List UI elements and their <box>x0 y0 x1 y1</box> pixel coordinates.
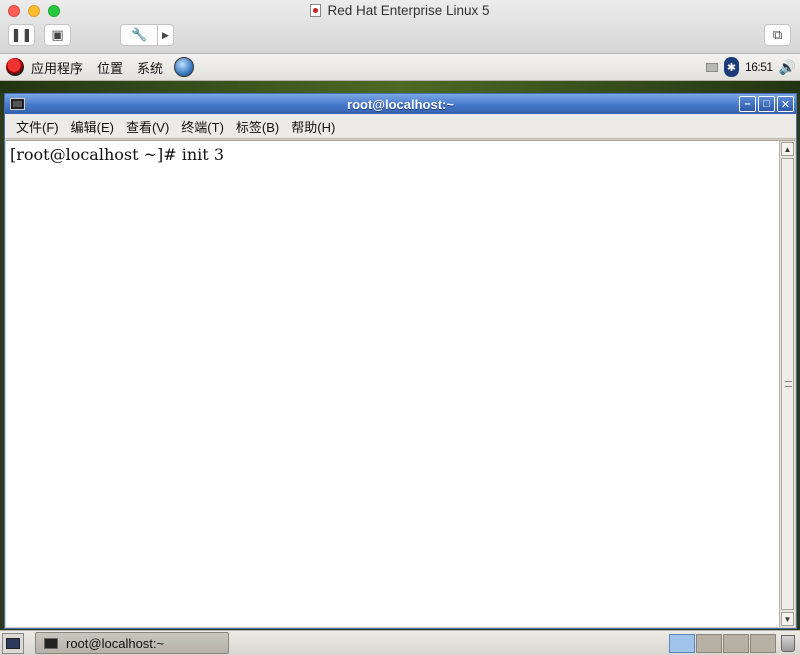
terminal-content-area[interactable]: [root@localhost ~]# init 3 ▲ ▼ <box>6 140 795 627</box>
terminal-output: [root@localhost ~]# init 3 <box>10 145 224 164</box>
host-window-title: Red Hat Enterprise Linux 5 <box>0 3 800 18</box>
pause-vm-button[interactable]: ❚❚ <box>8 24 35 46</box>
desktop-background <box>0 81 800 93</box>
restore-window-button[interactable]: ⧉ <box>764 24 791 46</box>
scroll-up-arrow-icon[interactable]: ▲ <box>781 142 794 156</box>
clock[interactable]: 16:51 <box>745 60 773 74</box>
scroll-down-arrow-icon[interactable]: ▼ <box>781 612 794 626</box>
workspace-2[interactable] <box>696 634 722 653</box>
show-desktop-button[interactable] <box>2 633 24 654</box>
maximize-button[interactable]: □ <box>758 96 775 112</box>
taskbar-item-label: root@localhost:~ <box>66 635 165 651</box>
trash-icon[interactable] <box>781 635 795 652</box>
terminal-window: root@localhost:~ – □ ✕ 文件(F) 编辑(E) 查看(V)… <box>4 93 797 629</box>
vm-document-icon <box>310 4 322 17</box>
gnome-top-panel: 应用程序 位置 系统 ✱ 16:51 🔊 <box>0 54 800 81</box>
vertical-scrollbar[interactable]: ▲ ▼ <box>779 141 795 627</box>
pause-icon: ❚❚ <box>10 27 33 42</box>
panel-tray: ✱ 16:51 🔊 <box>706 57 800 77</box>
host-titlebar: Red Hat Enterprise Linux 5 ❚❚ ▣ 🔧 ▶ ⧉ <box>0 0 800 54</box>
close-button[interactable]: ✕ <box>777 96 794 112</box>
window-controls: – □ ✕ <box>739 96 794 112</box>
terminal-menubar: 文件(F) 编辑(E) 查看(V) 终端(T) 标签(B) 帮助(H) <box>5 114 796 139</box>
button-divider <box>157 25 158 45</box>
menu-applications[interactable]: 应用程序 <box>24 54 90 81</box>
notification-folder-icon[interactable] <box>706 62 719 72</box>
scroll-thumb[interactable] <box>781 158 794 610</box>
menu-view[interactable]: 查看(V) <box>120 117 175 136</box>
settings-button[interactable]: 🔧 ▶ <box>120 24 174 46</box>
menu-system[interactable]: 系统 <box>130 54 170 81</box>
menu-edit[interactable]: 编辑(E) <box>65 117 120 136</box>
scroll-grip-icon <box>785 381 792 387</box>
restore-icon: ⧉ <box>772 27 783 42</box>
taskbar-item-terminal[interactable]: root@localhost:~ <box>35 632 229 654</box>
bluetooth-icon[interactable]: ✱ <box>724 57 740 77</box>
terminal-title: root@localhost:~ <box>347 96 454 112</box>
workspace-1[interactable] <box>669 634 695 653</box>
chevron-right-icon[interactable]: ▶ <box>162 30 169 41</box>
gnome-bottom-panel: root@localhost:~ <box>0 630 800 655</box>
menu-tabs[interactable]: 标签(B) <box>230 117 285 136</box>
menu-help[interactable]: 帮助(H) <box>285 117 341 136</box>
show-desktop-icon <box>6 638 20 649</box>
snapshot-button[interactable]: ▣ <box>44 24 71 46</box>
workspace-3[interactable] <box>723 634 749 653</box>
wrench-icon: 🔧 <box>131 27 148 42</box>
web-browser-launcher-icon[interactable] <box>174 57 195 77</box>
workspace-switcher <box>669 634 776 653</box>
terminal-task-icon <box>44 637 58 649</box>
workspace-4[interactable] <box>750 634 776 653</box>
minimize-button[interactable]: – <box>739 96 756 112</box>
menu-places[interactable]: 位置 <box>90 54 130 81</box>
menu-terminal[interactable]: 终端(T) <box>175 117 230 136</box>
volume-icon[interactable]: 🔊 <box>779 59 796 76</box>
redhat-logo-icon[interactable] <box>6 58 24 76</box>
menu-file[interactable]: 文件(F) <box>10 117 65 136</box>
terminal-titlebar[interactable]: root@localhost:~ – □ ✕ <box>5 94 796 114</box>
snapshot-icon: ▣ <box>51 27 64 42</box>
